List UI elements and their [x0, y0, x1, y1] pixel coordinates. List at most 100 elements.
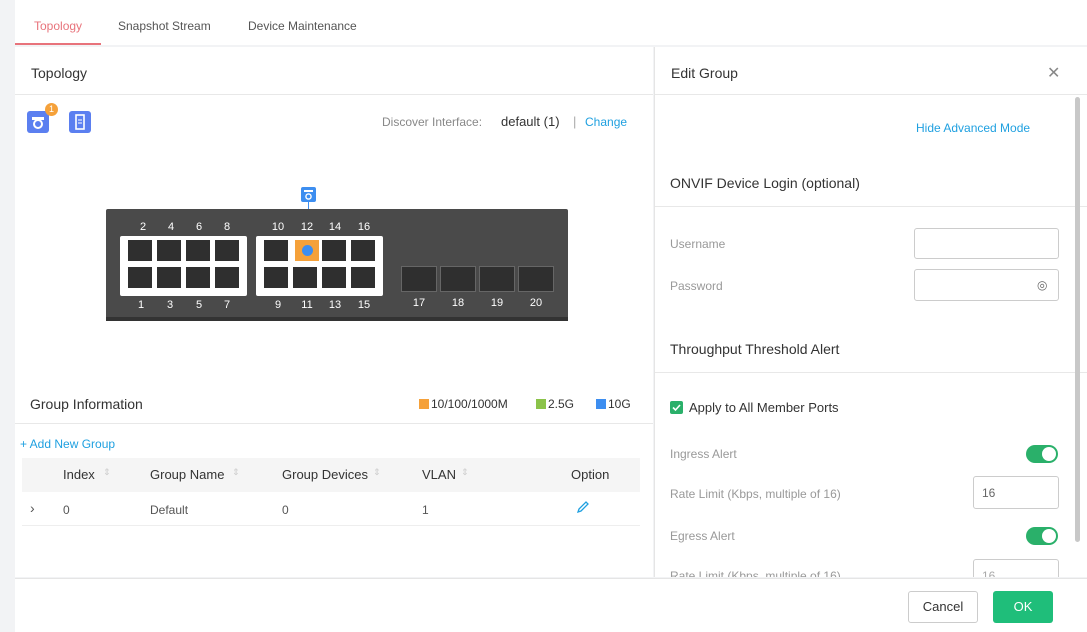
- throughput-section-title: Throughput Threshold Alert: [670, 341, 840, 357]
- port-9[interactable]: [264, 267, 288, 288]
- port-16[interactable]: [351, 240, 375, 261]
- egress-alert-label: Egress Alert: [670, 529, 735, 543]
- apply-all-label: Apply to All Member Ports: [689, 400, 839, 415]
- port-label: 1: [137, 299, 145, 311]
- ingress-alert-label: Ingress Alert: [670, 447, 737, 461]
- topology-title: Topology: [15, 47, 653, 95]
- sfp-port-18[interactable]: [440, 266, 476, 292]
- tab-topology[interactable]: Topology: [34, 19, 82, 33]
- expand-chevron-icon[interactable]: ›: [30, 500, 35, 516]
- hide-advanced-mode-link[interactable]: Hide Advanced Mode: [916, 121, 1030, 135]
- group-info-title: Group Information: [30, 396, 143, 412]
- connected-camera-icon[interactable]: [301, 187, 316, 202]
- legend-label-10g: 10G: [608, 397, 631, 411]
- switch-base: [106, 317, 568, 321]
- tab-device-maintenance[interactable]: Device Maintenance: [248, 19, 357, 33]
- eye-icon[interactable]: ◎: [1037, 278, 1047, 292]
- discover-interface-value: default (1): [501, 114, 560, 129]
- port-label: 10: [271, 221, 285, 233]
- port-label: 11: [301, 299, 313, 311]
- dialog-footer: Cancel OK: [15, 578, 1087, 632]
- port-label: 15: [357, 299, 371, 311]
- edit-group-panel: Edit Group ✕ Hide Advanced Mode ONVIF De…: [654, 47, 1087, 577]
- ok-button[interactable]: OK: [993, 591, 1053, 623]
- port-label: 5: [195, 299, 203, 311]
- table-row[interactable]: [22, 492, 640, 526]
- egress-rate-input[interactable]: 16: [973, 559, 1059, 577]
- row-vlan: 1: [422, 503, 429, 517]
- port-5[interactable]: [186, 267, 210, 288]
- cancel-button[interactable]: Cancel: [908, 591, 978, 623]
- scrollbar[interactable]: [1075, 97, 1080, 542]
- port-14[interactable]: [322, 240, 346, 261]
- port-7[interactable]: [215, 267, 239, 288]
- row-index: 0: [63, 503, 70, 517]
- username-label: Username: [670, 237, 726, 251]
- port-8[interactable]: [215, 240, 239, 261]
- tab-bar: Topology Snapshot Stream Device Maintena…: [15, 0, 1087, 45]
- divider: [655, 206, 1087, 207]
- close-icon[interactable]: ✕: [1047, 63, 1060, 83]
- port-label: 2: [139, 221, 147, 233]
- username-input[interactable]: [914, 228, 1059, 259]
- column-group-devices[interactable]: Group Devices: [282, 467, 368, 482]
- column-vlan[interactable]: VLAN: [422, 467, 456, 482]
- rate-limit-label: Rate Limit (Kbps, multiple of 16): [670, 487, 841, 501]
- port-label: 7: [223, 299, 231, 311]
- sort-icon[interactable]: ⇕: [103, 467, 111, 478]
- sort-icon[interactable]: ⇕: [461, 467, 469, 478]
- ingress-alert-toggle[interactable]: [1026, 445, 1058, 463]
- legend-swatch-10g: [596, 399, 606, 409]
- sort-icon[interactable]: ⇕: [373, 467, 381, 478]
- change-link[interactable]: Change: [585, 115, 627, 129]
- edit-pencil-icon[interactable]: [576, 500, 590, 519]
- separator: |: [573, 114, 577, 129]
- sfp-port-17[interactable]: [401, 266, 437, 292]
- port-label: 3: [166, 299, 174, 311]
- column-group-name[interactable]: Group Name: [150, 467, 224, 482]
- port-label: 8: [223, 221, 231, 233]
- port-3[interactable]: [157, 267, 181, 288]
- camera-badge: 1: [45, 103, 58, 116]
- poe-icon: [302, 245, 313, 256]
- port-6[interactable]: [186, 240, 210, 261]
- ingress-rate-input[interactable]: 16: [973, 476, 1059, 509]
- server-icon[interactable]: [69, 111, 91, 133]
- legend-label-2-5g: 2.5G: [548, 397, 575, 411]
- port-label: 6: [195, 221, 203, 233]
- port-1[interactable]: [128, 267, 152, 288]
- active-tab-indicator: [15, 43, 101, 45]
- discover-interface-label: Discover Interface:: [382, 115, 483, 129]
- row-group-name: Default: [150, 503, 189, 517]
- port-13[interactable]: [322, 267, 346, 288]
- port-label: 12: [300, 221, 314, 233]
- port-11[interactable]: [293, 267, 317, 288]
- port-label: 4: [167, 221, 175, 233]
- egress-alert-toggle[interactable]: [1026, 527, 1058, 545]
- legend-swatch-2-5g: [536, 399, 546, 409]
- port-2[interactable]: [128, 240, 152, 261]
- clipped-row: Rate Limit (Kbps, multiple of 16) 16: [655, 559, 1075, 577]
- rate-limit-label: Rate Limit (Kbps, multiple of 16): [670, 569, 841, 577]
- divider: [655, 372, 1087, 373]
- sfp-port-19[interactable]: [479, 266, 515, 292]
- port-label: 17: [412, 297, 426, 309]
- apply-all-checkbox[interactable]: [670, 401, 683, 414]
- port-label: 13: [328, 299, 342, 311]
- port-12[interactable]: [295, 240, 319, 261]
- add-new-group-link[interactable]: + Add New Group: [20, 437, 115, 451]
- port-label: 19: [490, 297, 504, 309]
- sfp-port-20[interactable]: [518, 266, 554, 292]
- port-label: 16: [357, 221, 371, 233]
- port-15[interactable]: [351, 267, 375, 288]
- port-10[interactable]: [264, 240, 288, 261]
- tab-snapshot-stream[interactable]: Snapshot Stream: [118, 19, 211, 33]
- port-label: 18: [451, 297, 465, 309]
- sort-icon[interactable]: ⇕: [232, 467, 240, 478]
- port-4[interactable]: [157, 240, 181, 261]
- column-index[interactable]: Index: [63, 467, 95, 482]
- legend-swatch-1g: [419, 399, 429, 409]
- port-label: 14: [328, 221, 342, 233]
- legend-label-1g: 10/100/1000M: [431, 397, 508, 411]
- camera-icon[interactable]: [27, 111, 49, 133]
